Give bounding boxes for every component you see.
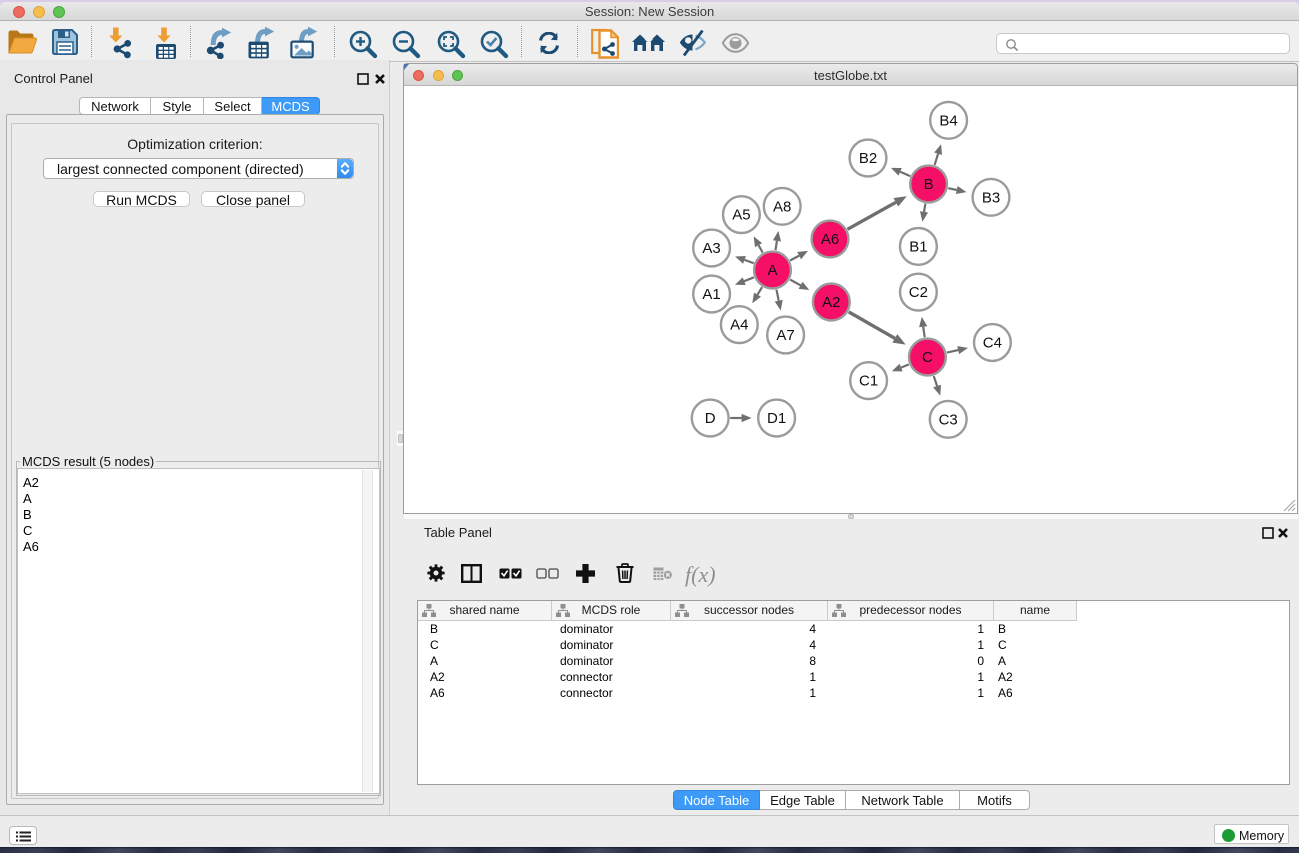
svg-text:A6: A6 — [821, 231, 839, 248]
svg-text:B1: B1 — [909, 238, 927, 255]
svg-text:C3: C3 — [939, 411, 958, 428]
svg-text:D1: D1 — [767, 410, 786, 427]
svg-text:C1: C1 — [859, 373, 878, 390]
svg-text:A2: A2 — [822, 294, 840, 311]
svg-text:A: A — [767, 262, 777, 279]
svg-text:B2: B2 — [859, 150, 877, 167]
svg-text:A5: A5 — [732, 207, 750, 224]
svg-text:C: C — [922, 349, 933, 366]
svg-text:A7: A7 — [776, 327, 794, 344]
svg-text:A1: A1 — [702, 286, 720, 303]
svg-text:C2: C2 — [909, 284, 928, 301]
svg-text:D: D — [705, 410, 716, 427]
svg-text:B4: B4 — [939, 112, 957, 129]
svg-text:A4: A4 — [730, 317, 748, 334]
svg-text:B: B — [924, 176, 934, 193]
svg-text:C4: C4 — [983, 335, 1002, 352]
svg-text:A3: A3 — [702, 240, 720, 257]
svg-text:B3: B3 — [982, 189, 1000, 206]
svg-text:A8: A8 — [773, 198, 791, 215]
